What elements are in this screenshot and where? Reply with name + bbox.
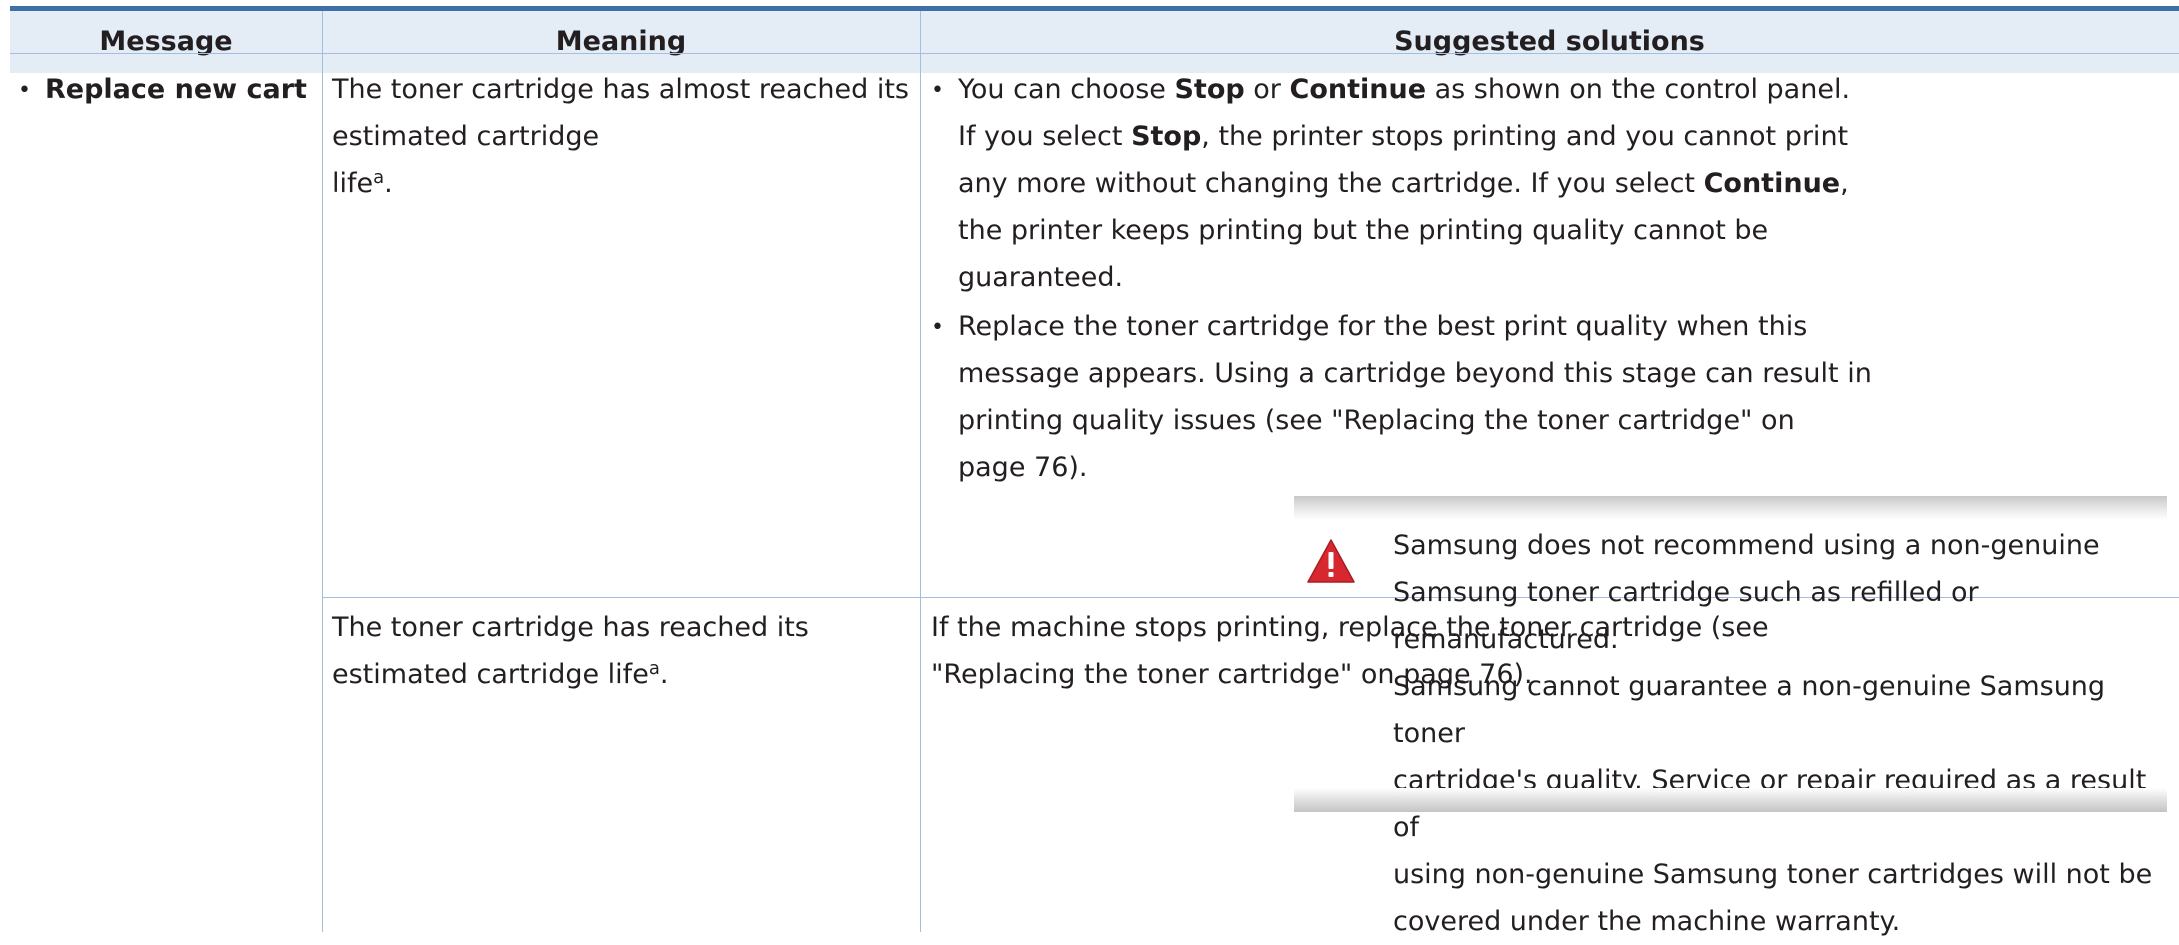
bullet-marker: •: [931, 78, 944, 103]
warning-message: Samsung does not recommend using a non-g…: [1393, 530, 2153, 937]
solution-stop-continue: You can choose Stop or Continue as shown…: [958, 74, 1851, 293]
meaning-almost-reached: The toner cartridge has almost reached i…: [332, 74, 909, 199]
meaning-reached: The toner cartridge has reached its esti…: [332, 612, 809, 690]
header-message: Message: [99, 26, 233, 57]
warning-triangle-icon: [1307, 539, 1355, 583]
header-meaning: Meaning: [555, 26, 687, 57]
bullet-marker: •: [18, 78, 31, 103]
solution-machine-stops: If the machine stops printing, replace t…: [931, 612, 1769, 690]
warning-box-bottom-shade: [1294, 788, 2167, 812]
document-page: Message Meaning Suggested solutions • Re…: [0, 0, 2179, 937]
column-divider-2: [920, 11, 921, 932]
message-replace-new-cart: Replace new cart: [45, 74, 307, 105]
header-bottom-rule: [10, 53, 2179, 54]
solution-replace-cartridge: Replace the toner cartridge for the best…: [958, 311, 1872, 483]
warning-box-top-shade: [1294, 496, 2167, 520]
column-divider-1: [322, 11, 323, 932]
header-suggested-solutions: Suggested solutions: [1394, 26, 1705, 57]
bullet-marker: •: [931, 315, 944, 340]
